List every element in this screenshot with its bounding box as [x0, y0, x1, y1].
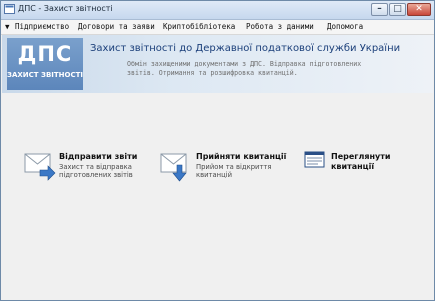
logo-subtitle: ЗАХИСТ ЗВІТНОСТІ	[7, 71, 84, 79]
close-button[interactable]: ✕	[407, 3, 431, 16]
logo: ДПС ЗАХИСТ ЗВІТНОСТІ	[7, 38, 83, 90]
logo-text: ДПС	[17, 42, 73, 66]
view-receipts-action[interactable]: Переглянути квитанції	[304, 151, 414, 181]
receive-receipts-label[interactable]: Прийняти квитанції	[196, 152, 286, 161]
document-list-icon	[304, 151, 325, 168]
send-reports-desc-line2: підготовлених звітів	[59, 171, 133, 179]
window-title: ДПС - Захист звітності	[18, 4, 113, 13]
receive-receipts-desc-line1: Прийом та відкриття	[196, 163, 272, 171]
receive-receipts-action[interactable]: Прийняти квитанції Прийом та відкриття к…	[160, 151, 290, 187]
send-reports-action[interactable]: Відправити звіти Захист та відправка під…	[24, 151, 154, 187]
menu-item-company[interactable]: Підприємство	[15, 22, 69, 31]
banner-title: Захист звітності до Державної податкової…	[90, 43, 401, 54]
title-bar[interactable]: ДПС - Захист звітності – □ ✕	[1, 1, 434, 20]
menu-item-contracts[interactable]: Договори та заяви	[78, 22, 155, 31]
banner-description: Обмін захищеними документами з ДПС. Відп…	[127, 60, 417, 78]
receive-receipts-desc-line2: квитанцій	[196, 171, 233, 179]
envelope-receive-icon	[160, 153, 187, 182]
menu-arrow-icon[interactable]: ▼	[5, 22, 10, 31]
app-window: ДПС - Захист звітності – □ ✕ ▼ Підприємс…	[0, 0, 435, 301]
menu-item-cryptolib[interactable]: Криптобібліотека	[163, 22, 235, 31]
main-content: Відправити звіти Захист та відправка під…	[2, 93, 433, 300]
send-reports-label[interactable]: Відправити звіти	[59, 152, 137, 161]
header-banner: ДПС ЗАХИСТ ЗВІТНОСТІ Захист звітності до…	[2, 35, 433, 93]
app-icon	[4, 4, 15, 14]
menu-bar: ▼ Підприємство Договори та заяви Криптоб…	[1, 20, 434, 35]
view-receipts-label-line2[interactable]: квитанції	[331, 162, 374, 171]
view-receipts-label-line1[interactable]: Переглянути	[331, 152, 390, 161]
maximize-button[interactable]: □	[389, 3, 406, 16]
send-reports-desc-line1: Захист та відправка	[59, 163, 132, 171]
menu-item-help[interactable]: Допомога	[327, 22, 363, 31]
menu-item-data[interactable]: Робота з даними	[246, 22, 314, 31]
minimize-button[interactable]: –	[371, 3, 388, 16]
envelope-send-icon	[24, 153, 56, 181]
banner-description-line1: Обмін захищеними документами з ДПС. Відп…	[127, 60, 362, 68]
banner-description-line2: звітів. Отримання та розшифровка квитанц…	[127, 69, 298, 77]
